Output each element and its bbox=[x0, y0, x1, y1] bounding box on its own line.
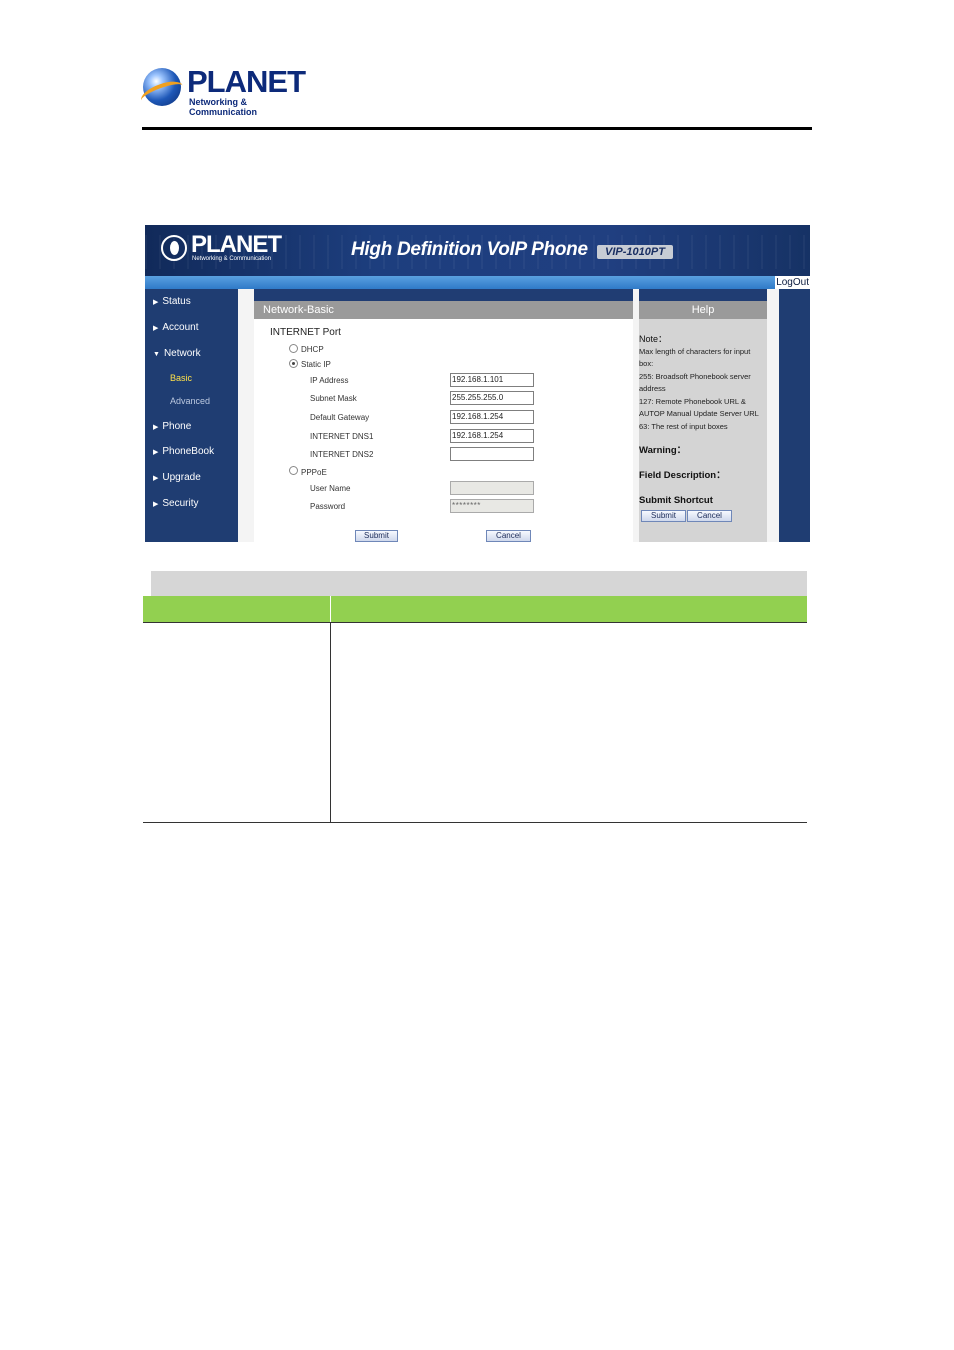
triangle-right-icon: ▶ bbox=[153, 475, 159, 482]
pppoe-radio[interactable] bbox=[289, 466, 298, 475]
ip-address-input[interactable]: 192.168.1.101 bbox=[450, 373, 534, 387]
panel-title: Network-Basic bbox=[254, 301, 633, 319]
triangle-down-icon: ▼ bbox=[153, 351, 160, 358]
help-title: Help bbox=[639, 301, 767, 319]
cancel-button[interactable]: Cancel bbox=[486, 530, 531, 542]
ip-address-label: IP Address bbox=[310, 376, 349, 385]
table-header-row bbox=[143, 596, 807, 622]
sidebar-item-network[interactable]: ▼ Network bbox=[153, 348, 201, 361]
table-row bbox=[143, 622, 807, 823]
header-rule bbox=[142, 127, 812, 130]
note-line: Max length of characters for input bbox=[639, 347, 751, 356]
submit-shortcut-heading: Submit Shortcut bbox=[639, 495, 713, 506]
submit-button[interactable]: Submit bbox=[355, 530, 398, 542]
dhcp-label: DHCP bbox=[301, 345, 324, 354]
sidebar-subitem-basic[interactable]: Basic bbox=[170, 373, 192, 384]
banner-title: High Definition VoIP Phone bbox=[351, 239, 588, 260]
help-panel: Help Note： Max length of characters for … bbox=[639, 301, 767, 542]
user-name-input[interactable] bbox=[450, 481, 534, 495]
static-ip-radio[interactable] bbox=[289, 359, 298, 368]
triangle-right-icon: ▶ bbox=[153, 449, 159, 456]
sidebar: ▶ Status ▶ Account ▼ Network Basic Advanced… bbox=[145, 289, 238, 542]
logo-tagline: Networking & Communication bbox=[189, 97, 258, 117]
note-line: box: bbox=[639, 359, 654, 368]
default-gateway-label: Default Gateway bbox=[310, 413, 370, 422]
sidebar-item-phonebook[interactable]: ▶ PhoneBook bbox=[153, 446, 214, 459]
triangle-right-icon: ▶ bbox=[153, 299, 159, 306]
sidebar-subitem-advanced[interactable]: Advanced bbox=[170, 396, 210, 407]
web-ui-screenshot: PLANET Networking & Communication High D… bbox=[145, 225, 810, 542]
password-label: Password bbox=[310, 502, 346, 511]
note-line: 63: The rest of input boxes bbox=[639, 422, 728, 431]
table-title-row bbox=[143, 571, 807, 596]
sidebar-item-security[interactable]: ▶ Security bbox=[153, 498, 199, 511]
logout-link[interactable]: LogOut bbox=[775, 276, 810, 289]
subnet-mask-label: Subnet Mask bbox=[310, 394, 357, 403]
help-submit-button[interactable]: Submit bbox=[641, 510, 686, 522]
sidebar-item-account[interactable]: ▶ Account bbox=[153, 322, 199, 335]
top-bar bbox=[145, 276, 810, 289]
password-input[interactable]: ******** bbox=[450, 499, 534, 513]
dns1-input[interactable]: 192.168.1.254 bbox=[450, 429, 534, 443]
banner: PLANET Networking & Communication High D… bbox=[145, 225, 810, 276]
subnet-mask-input[interactable]: 255.255.255.0 bbox=[450, 391, 534, 405]
section-internet-port: INTERNET Port bbox=[270, 327, 341, 338]
dns2-label: INTERNET DNS2 bbox=[310, 450, 374, 459]
banner-brand: PLANET bbox=[191, 231, 282, 258]
warning-heading: Warning： bbox=[639, 445, 687, 456]
model-badge: VIP-1010PT bbox=[597, 245, 673, 259]
table-header-cell bbox=[143, 596, 331, 622]
default-gateway-input[interactable]: 192.168.1.254 bbox=[450, 410, 534, 424]
note-heading: Note： bbox=[639, 334, 668, 344]
triangle-right-icon: ▶ bbox=[153, 501, 159, 508]
help-cancel-button[interactable]: Cancel bbox=[687, 510, 732, 522]
planet-logo: PLANET Networking & Communication bbox=[138, 64, 306, 117]
static-ip-label: Static IP bbox=[301, 360, 331, 369]
user-name-label: User Name bbox=[310, 484, 351, 493]
note-line: address bbox=[639, 384, 666, 393]
banner-tagline: Networking & Communication bbox=[192, 256, 272, 262]
dns2-input[interactable] bbox=[450, 447, 534, 461]
dhcp-radio[interactable] bbox=[289, 344, 298, 353]
triangle-right-icon: ▶ bbox=[153, 325, 159, 332]
sidebar-item-status[interactable]: ▶ Status bbox=[153, 296, 191, 309]
sidebar-item-upgrade[interactable]: ▶ Upgrade bbox=[153, 472, 201, 485]
note-line: AUTOP Manual Update Server URL bbox=[639, 409, 759, 418]
pppoe-label: PPPoE bbox=[301, 468, 327, 477]
column-divider bbox=[330, 623, 331, 823]
dns1-label: INTERNET DNS1 bbox=[310, 432, 374, 441]
logo-brand: PLANET bbox=[187, 64, 306, 99]
network-basic-panel: Network-Basic INTERNET Port DHCP Static … bbox=[254, 301, 633, 542]
planet-mark-icon bbox=[161, 235, 187, 261]
field-description-heading: Field Description： bbox=[639, 470, 726, 481]
triangle-right-icon: ▶ bbox=[153, 424, 159, 431]
note-line: 127: Remote Phonebook URL & bbox=[639, 397, 746, 406]
sidebar-item-phone[interactable]: ▶ Phone bbox=[153, 421, 191, 434]
note-line: 255: Broadsoft Phonebook server bbox=[639, 372, 751, 381]
